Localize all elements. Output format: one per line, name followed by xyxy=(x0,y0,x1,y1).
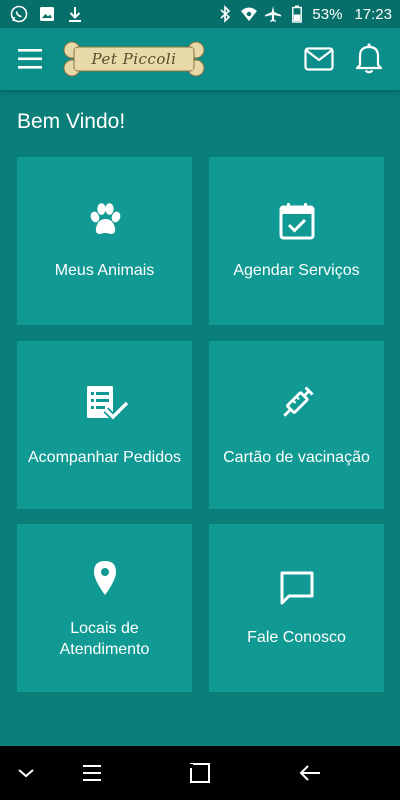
recent-apps-icon[interactable] xyxy=(80,763,104,783)
back-arrow-icon[interactable] xyxy=(298,763,322,783)
fale-conosco-card[interactable]: Fale Conosco xyxy=(209,524,384,692)
order-checklist-icon xyxy=(85,383,129,423)
mail-icon[interactable] xyxy=(304,46,334,72)
location-pin-icon xyxy=(85,558,125,598)
whatsapp-icon xyxy=(10,5,28,23)
chevron-down-icon[interactable] xyxy=(14,763,38,783)
system-navigation-bar xyxy=(0,746,400,800)
status-bar: 53% 17:23 xyxy=(0,0,400,28)
card-label: Meus Animais xyxy=(54,262,155,279)
acompanhar-pedidos-card[interactable]: Acompanhar Pedidos xyxy=(17,341,192,509)
airplane-mode-icon xyxy=(264,5,282,23)
app-bar: Pet Piccoli xyxy=(0,28,400,90)
app-logo: Pet Piccoli xyxy=(62,40,206,78)
hamburger-menu-icon[interactable] xyxy=(16,46,44,72)
wifi-icon xyxy=(240,5,258,23)
welcome-heading: Bem Vindo! xyxy=(17,110,126,133)
notification-bell-icon[interactable] xyxy=(355,42,383,74)
agendar-servicos-card[interactable]: Agendar Serviços xyxy=(209,157,384,325)
battery-icon xyxy=(288,5,306,23)
card-label: Fale Conosco xyxy=(247,629,346,646)
cartao-vacinacao-card[interactable]: Cartão de vacinação xyxy=(209,341,384,509)
locais-atendimento-card[interactable]: Locais de Atendimento xyxy=(17,524,192,692)
paw-icon xyxy=(85,201,125,241)
download-icon xyxy=(66,5,84,23)
battery-percent: 53% xyxy=(312,5,343,23)
chat-bubble-icon xyxy=(277,568,317,608)
card-label: Acompanhar Pedidos xyxy=(28,449,181,466)
home-icon[interactable] xyxy=(188,763,212,783)
card-label: Agendar Serviços xyxy=(233,262,360,279)
calendar-check-icon xyxy=(277,201,317,241)
clock: 17:23 xyxy=(354,5,392,23)
card-label: Locais de Atendimento xyxy=(59,620,150,658)
bluetooth-icon xyxy=(216,5,234,23)
logo-text: Pet Piccoli xyxy=(91,50,177,68)
card-label: Cartão de vacinação xyxy=(223,449,370,466)
syringe-icon xyxy=(277,383,317,423)
image-icon xyxy=(38,5,56,23)
meus-animais-card[interactable]: Meus Animais xyxy=(17,157,192,325)
